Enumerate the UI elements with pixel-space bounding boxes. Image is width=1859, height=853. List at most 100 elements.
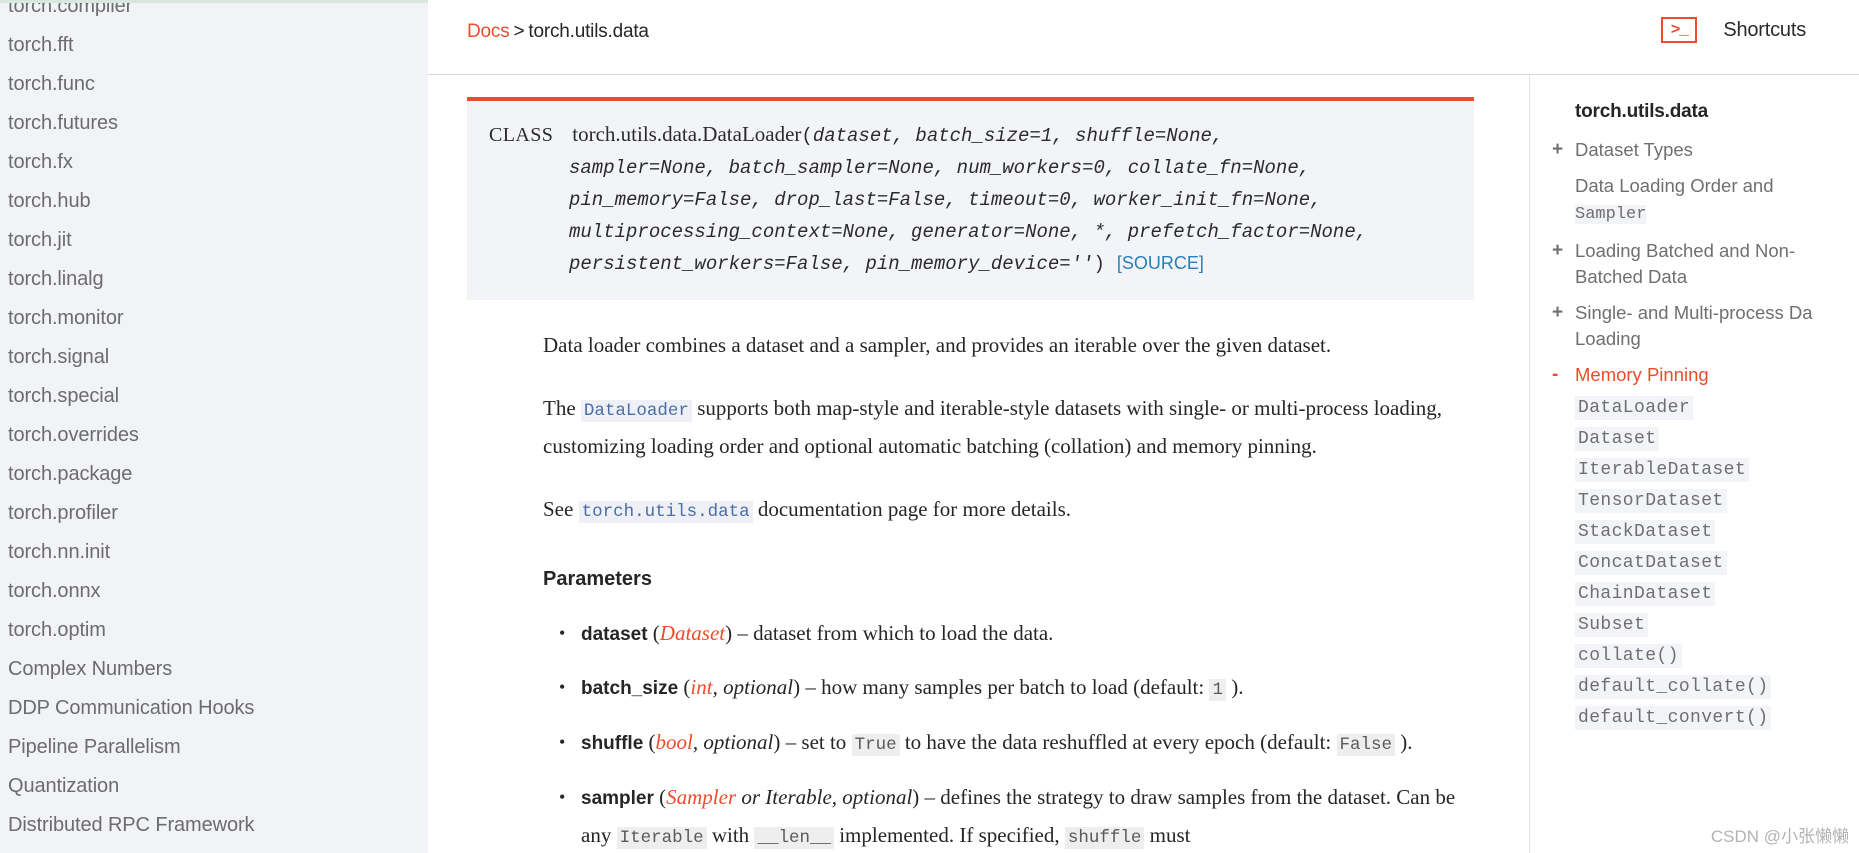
shortcuts-button[interactable]: >_ Shortcuts: [1661, 17, 1806, 43]
signature-params-1: dataset, batch_size=1, shuffle=None,: [812, 125, 1224, 147]
terminal-icon[interactable]: >_: [1661, 17, 1698, 43]
parameter-type-group: (bool, optional): [648, 730, 781, 754]
parameter-code: True: [851, 734, 900, 756]
breadcrumb-docs-link[interactable]: Docs: [467, 21, 510, 42]
sidebar-item-torch-signal[interactable]: torch.signal: [0, 337, 428, 376]
toc-sub-item[interactable]: ConcatDataset: [1575, 551, 1845, 575]
sidebar-item-distributed-rpc-framework[interactable]: Distributed RPC Framework: [0, 805, 428, 844]
sidebar-item-pipeline-parallelism[interactable]: Pipeline Parallelism: [0, 727, 428, 766]
torch-utils-data-code[interactable]: torch.utils.data: [578, 501, 753, 523]
sidebar-nav-list: torch.compiler torch.fft torch.func torch.f…: [0, 0, 428, 853]
sidebar-item-label: torch.profiler: [8, 501, 118, 524]
sidebar-item-torch-fft[interactable]: torch.fft: [0, 25, 428, 64]
parameter-type[interactable]: bool: [656, 730, 693, 754]
sidebar-item-label: torch.monitor: [8, 306, 124, 329]
para3-pre: See: [543, 497, 574, 521]
sidebar-item-torch-monitor[interactable]: torch.monitor: [0, 298, 428, 337]
toc-sub-item[interactable]: collate(): [1575, 644, 1845, 668]
left-sidebar: torch.compiler torch.fft torch.func torch.f…: [0, 0, 428, 853]
parameter-item: shuffle (bool, optional) – set to True t…: [559, 724, 1474, 763]
toc-sub-item[interactable]: IterableDataset: [1575, 458, 1845, 482]
sidebar-item-ddp-communication-hooks[interactable]: DDP Communication Hooks: [0, 688, 428, 727]
parameter-type-group: (Dataset): [652, 621, 733, 645]
signature-line-2: sampler=None, batch_sampler=None, num_wo…: [489, 152, 1452, 184]
toc-list: + Dataset Types Data Loading Order and Sam…: [1552, 137, 1845, 388]
sidebar-item-torch-profiler[interactable]: torch.profiler: [0, 493, 428, 532]
sidebar-item-torch-compiler[interactable]: torch.compiler: [0, 0, 428, 25]
sidebar-item-torch-package[interactable]: torch.package: [0, 454, 428, 493]
parameter-name: sampler: [581, 788, 654, 809]
expand-icon[interactable]: +: [1552, 137, 1568, 163]
toc-item-label: Loading Batched and Non-Batched Data: [1575, 240, 1796, 287]
sidebar-item-torch-overrides[interactable]: torch.overrides: [0, 415, 428, 454]
toc-sub-item-label: Dataset: [1575, 427, 1660, 451]
sidebar-item-torch-optim[interactable]: torch.optim: [0, 610, 428, 649]
toc-sub-item[interactable]: Dataset: [1575, 427, 1845, 451]
signature-params-4: multiprocessing_context=None, generator=…: [569, 221, 1368, 243]
expand-icon[interactable]: +: [1552, 300, 1568, 326]
sidebar-item-label: torch.futures: [8, 111, 118, 134]
toc-sub-item[interactable]: DataLoader: [1575, 396, 1845, 420]
toc-item[interactable]: + Dataset Types: [1552, 137, 1845, 163]
parameter-dash: –: [737, 621, 748, 645]
source-link[interactable]: [SOURCE]: [1117, 253, 1204, 273]
parameter-desc-mid: with: [711, 823, 750, 847]
toc-title: torch.utils.data: [1575, 101, 1708, 122]
parameter-item: dataset (Dataset) – dataset from which t…: [559, 615, 1474, 653]
toc-sub-item[interactable]: Subset: [1575, 613, 1845, 637]
sidebar-item-torch-random[interactable]: torch.random: [0, 844, 428, 853]
toc-sub-item-label: ChainDataset: [1575, 582, 1716, 606]
sidebar-item-torch-special[interactable]: torch.special: [0, 376, 428, 415]
toc-item-label: Single- and Multi-process Da Loading: [1575, 302, 1813, 349]
parameter-name: dataset: [581, 624, 648, 645]
sidebar-item-quantization[interactable]: Quantization: [0, 766, 428, 805]
toc-sub-item[interactable]: StackDataset: [1575, 520, 1845, 544]
toc-sub-item[interactable]: ChainDataset: [1575, 582, 1845, 606]
sidebar-item-torch-hub[interactable]: torch.hub: [0, 181, 428, 220]
toc-item-label: Dataset Types: [1575, 139, 1693, 160]
toc-item[interactable]: + Single- and Multi-process Da Loading: [1552, 300, 1845, 352]
content-region: CLASS torch.utils.data.DataLoader(dataset…: [428, 75, 1859, 853]
toc-sub-item[interactable]: default_convert(): [1575, 706, 1845, 730]
sidebar-item-torch-func[interactable]: torch.func: [0, 64, 428, 103]
sidebar-item-label: torch.onnx: [8, 579, 101, 602]
toc-sub-item-label: default_collate(): [1575, 675, 1772, 699]
toc-sub-item-label: ConcatDataset: [1575, 551, 1727, 575]
signature-line-1: CLASS torch.utils.data.DataLoader(dataset…: [489, 119, 1452, 152]
sidebar-item-torch-linalg[interactable]: torch.linalg: [0, 259, 428, 298]
toc-sub-item-label: collate(): [1575, 644, 1682, 668]
toc-sub-item-label: DataLoader: [1575, 396, 1694, 420]
sidebar-item-torch-nn-init[interactable]: torch.nn.init: [0, 532, 428, 571]
toc-sub-item[interactable]: default_collate(): [1575, 675, 1845, 699]
toc-sub-item-label: Subset: [1575, 613, 1649, 637]
sidebar-item-torch-futures[interactable]: torch.futures: [0, 103, 428, 142]
parameter-type[interactable]: int: [690, 675, 712, 699]
sidebar-item-label: torch.hub: [8, 189, 91, 212]
signature-line-5: persistent_workers=False, pin_memory_dev…: [489, 248, 1452, 280]
signature-line-4: multiprocessing_context=None, generator=…: [489, 216, 1452, 248]
collapse-icon[interactable]: -: [1552, 362, 1568, 388]
signature-params-3: pin_memory=False, drop_last=False, timeo…: [569, 189, 1322, 211]
sidebar-item-complex-numbers[interactable]: Complex Numbers: [0, 649, 428, 688]
toc-item[interactable]: - Memory Pinning: [1552, 362, 1845, 388]
sidebar-item-label: torch.fx: [8, 150, 73, 173]
signature-keyword: CLASS: [489, 124, 554, 146]
parameter-type[interactable]: Sampler: [666, 785, 736, 809]
expand-icon[interactable]: +: [1552, 238, 1568, 264]
sidebar-item-torch-onnx[interactable]: torch.onnx: [0, 571, 428, 610]
signature-params-2: sampler=None, batch_sampler=None, num_wo…: [569, 157, 1311, 179]
parameter-optional: or Iterable, optional: [736, 785, 913, 809]
parameter-type[interactable]: Dataset: [660, 621, 725, 645]
dataloader-code[interactable]: DataLoader: [580, 400, 692, 422]
toc-item-label: Memory Pinning: [1575, 364, 1709, 385]
toc-item[interactable]: + Loading Batched and Non-Batched Data: [1552, 238, 1845, 290]
sidebar-item-torch-fx[interactable]: torch.fx: [0, 142, 428, 181]
watermark: CSDN @小张懒懒: [1710, 827, 1849, 846]
toc-item[interactable]: Data Loading Order and Sampler: [1552, 173, 1845, 228]
sidebar-item-torch-jit[interactable]: torch.jit: [0, 220, 428, 259]
sidebar-item-label: torch.nn.init: [8, 540, 111, 563]
parameter-type-group: (int, optional): [683, 675, 801, 699]
toc-sub-item[interactable]: TensorDataset: [1575, 489, 1845, 513]
para2-pre: The: [543, 396, 576, 420]
parameter-desc-tail: must: [1149, 823, 1191, 847]
